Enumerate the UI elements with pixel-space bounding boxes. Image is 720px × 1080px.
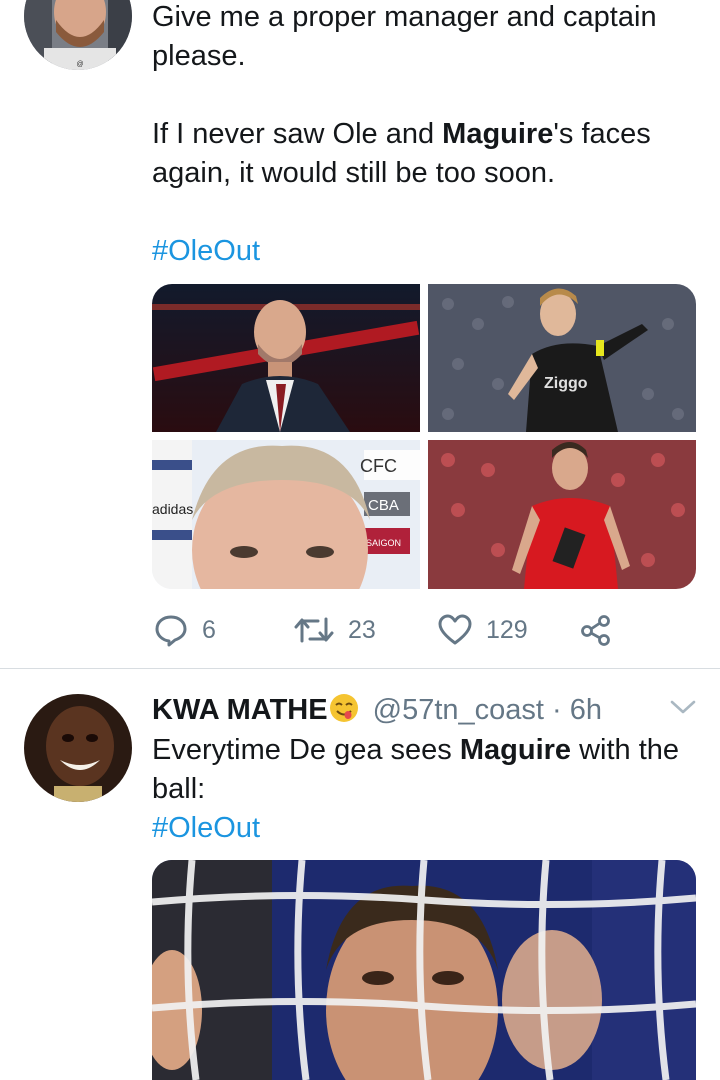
retweet-button[interactable]: 23 [294,610,376,650]
share-icon [580,614,612,646]
photo-interview-closeup[interactable]: adidas CFC CBA SAIGON [152,440,420,589]
tweet-1[interactable]: @ Give me a proper manager and captain p… [0,0,720,668]
hashtag-link[interactable]: #OleOut [152,809,698,848]
svg-text:@: @ [76,61,83,68]
like-count: 129 [486,615,528,644]
bold-mention: Maguire [459,734,572,766]
user-handle[interactable]: @57tn_coast [373,694,544,726]
like-button[interactable]: 129 [438,610,528,650]
reply-icon [154,613,188,647]
tweet-paragraph-2: If I never saw Ole and Maguire's faces a… [152,118,651,189]
bold-mention: Maguire [442,118,554,150]
retweet-icon [294,615,334,645]
reply-count: 6 [202,615,216,644]
avatar[interactable]: @ [24,0,132,70]
photo-player-red-kit[interactable] [428,440,696,589]
savoring-face-emoji [329,693,359,734]
tweet-2[interactable]: KWA MATHE @57tn_coast · 6h Everytime De … [0,669,720,1080]
avatar[interactable] [24,694,132,802]
chevron-down-icon[interactable] [670,699,696,720]
photo-player-ajax-kit[interactable]: Ziggo [428,284,696,432]
tweet-paragraph-1: Give me a proper manager and captain ple… [152,1,657,72]
photo-manager-portrait[interactable] [152,284,420,432]
sponsor-saigon: SAIGON [366,538,401,548]
tweet-header: KWA MATHE @57tn_coast · 6h [152,690,602,734]
sponsor-ziggo: Ziggo [544,375,588,392]
photo-grid: Ziggo adidas CFC CBA SAIGON [152,284,696,589]
tweet-text: Everytime De gea sees Maguire with the b… [152,731,698,848]
like-icon [438,614,472,646]
display-name[interactable]: KWA MATHE [152,694,328,726]
tweet-actions: 6 23 129 [152,610,632,650]
share-button[interactable] [580,610,612,650]
hashtag-link[interactable]: #OleOut [152,232,698,271]
sponsor-adidas: adidas [152,501,193,517]
retweet-count: 23 [348,615,376,644]
timestamp[interactable]: 6h [570,694,602,726]
reply-button[interactable]: 6 [154,610,216,650]
tweet-paragraph: Everytime De gea sees Maguire with the b… [152,734,680,805]
tweet-text: Give me a proper manager and captain ple… [152,0,698,271]
separator-dot: · [552,694,562,726]
sponsor-cba: CBA [368,497,399,514]
sponsor-cfc: CFC [360,456,397,476]
photo-goalkeeper-behind-net[interactable] [152,860,696,1080]
